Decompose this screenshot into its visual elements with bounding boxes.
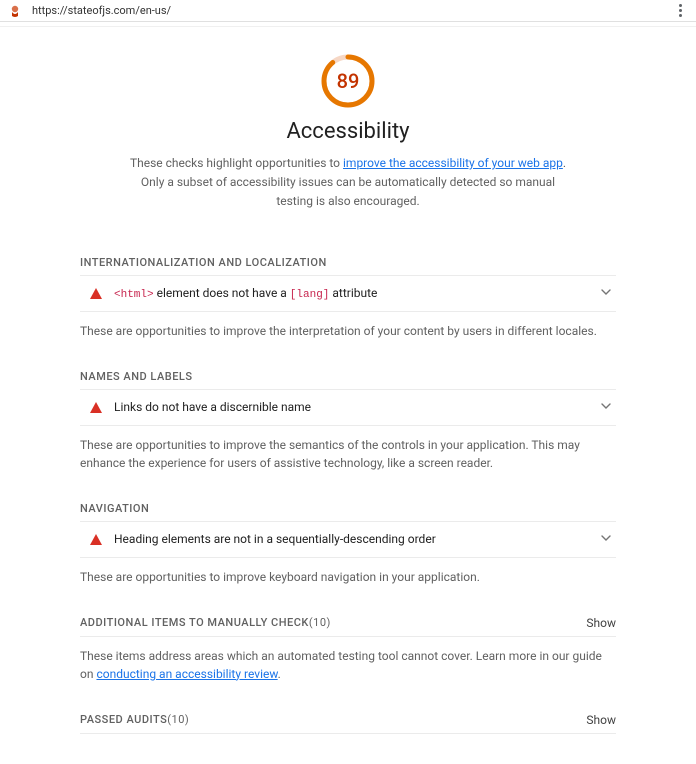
show-toggle-passed[interactable]: Show <box>586 713 616 727</box>
audit-title: Heading elements are not in a sequential… <box>114 532 600 546</box>
score-gauge: 89 <box>320 53 376 109</box>
section-desc-manual: These items address areas which an autom… <box>80 637 616 707</box>
section-header-manual[interactable]: ADDITIONAL ITEMS TO MANUALLY CHECK (10) … <box>80 610 616 637</box>
section-header-names-label: NAMES AND LABELS <box>80 370 193 383</box>
section-desc-intl: These are opportunities to improve the i… <box>80 312 616 364</box>
section-header-intl-label: INTERNATIONALIZATION AND LOCALIZATION <box>80 256 327 269</box>
site-favicon <box>8 4 22 18</box>
show-toggle-manual[interactable]: Show <box>586 616 616 630</box>
more-options-icon[interactable] <box>672 4 688 17</box>
section-header-nav: NAVIGATION <box>80 496 616 522</box>
audit-html-lang[interactable]: <html> element does not have a [lang] at… <box>80 276 616 312</box>
manual-desc-link[interactable]: conducting an accessibility review <box>96 667 277 681</box>
manual-desc-post: . <box>278 667 281 681</box>
fail-icon <box>90 534 102 545</box>
section-header-nav-label: NAVIGATION <box>80 502 149 515</box>
audit-text-post: attribute <box>329 286 377 300</box>
section-header-passed[interactable]: PASSED AUDITS (10) Show <box>80 707 616 734</box>
browser-address-bar: https://stateofjs.com/en-us/ <box>0 0 696 22</box>
report-page: 89 Accessibility These checks highlight … <box>0 27 696 764</box>
section-header-intl: INTERNATIONALIZATION AND LOCALIZATION <box>80 250 616 276</box>
section-header-names: NAMES AND LABELS <box>80 364 616 390</box>
chevron-down-icon <box>600 286 612 301</box>
section-header-passed-count: (10) <box>167 713 189 726</box>
category-intro: These checks highlight opportunities to … <box>128 154 568 212</box>
section-header-passed-label: PASSED AUDITS <box>80 713 167 726</box>
category-title: Accessibility <box>286 119 409 144</box>
score-value: 89 <box>320 53 376 109</box>
audit-title: <html> element does not have a [lang] at… <box>114 286 600 301</box>
chevron-down-icon <box>600 400 612 415</box>
audit-heading-order[interactable]: Heading elements are not in a sequential… <box>80 522 616 558</box>
intro-link-improve[interactable]: improve the accessibility of your web ap… <box>343 156 563 170</box>
section-desc-names: These are opportunities to improve the s… <box>80 426 616 496</box>
audit-link-name[interactable]: Links do not have a discernible name <box>80 390 616 426</box>
audit-text-mid: element does not have a <box>154 286 290 300</box>
section-header-manual-label: ADDITIONAL ITEMS TO MANUALLY CHECK <box>80 616 309 629</box>
score-gauge-section: 89 Accessibility These checks highlight … <box>80 53 616 236</box>
url-text[interactable]: https://stateofjs.com/en-us/ <box>28 2 672 19</box>
section-header-manual-count: (10) <box>309 616 331 629</box>
section-desc-nav: These are opportunities to improve keybo… <box>80 558 616 610</box>
fail-icon <box>90 402 102 413</box>
intro-text-pre: These checks highlight opportunities to <box>130 156 343 170</box>
audit-code-html: <html> <box>114 289 154 301</box>
audit-code-lang: [lang] <box>290 289 330 301</box>
fail-icon <box>90 288 102 299</box>
audit-title: Links do not have a discernible name <box>114 400 600 414</box>
chevron-down-icon <box>600 532 612 547</box>
